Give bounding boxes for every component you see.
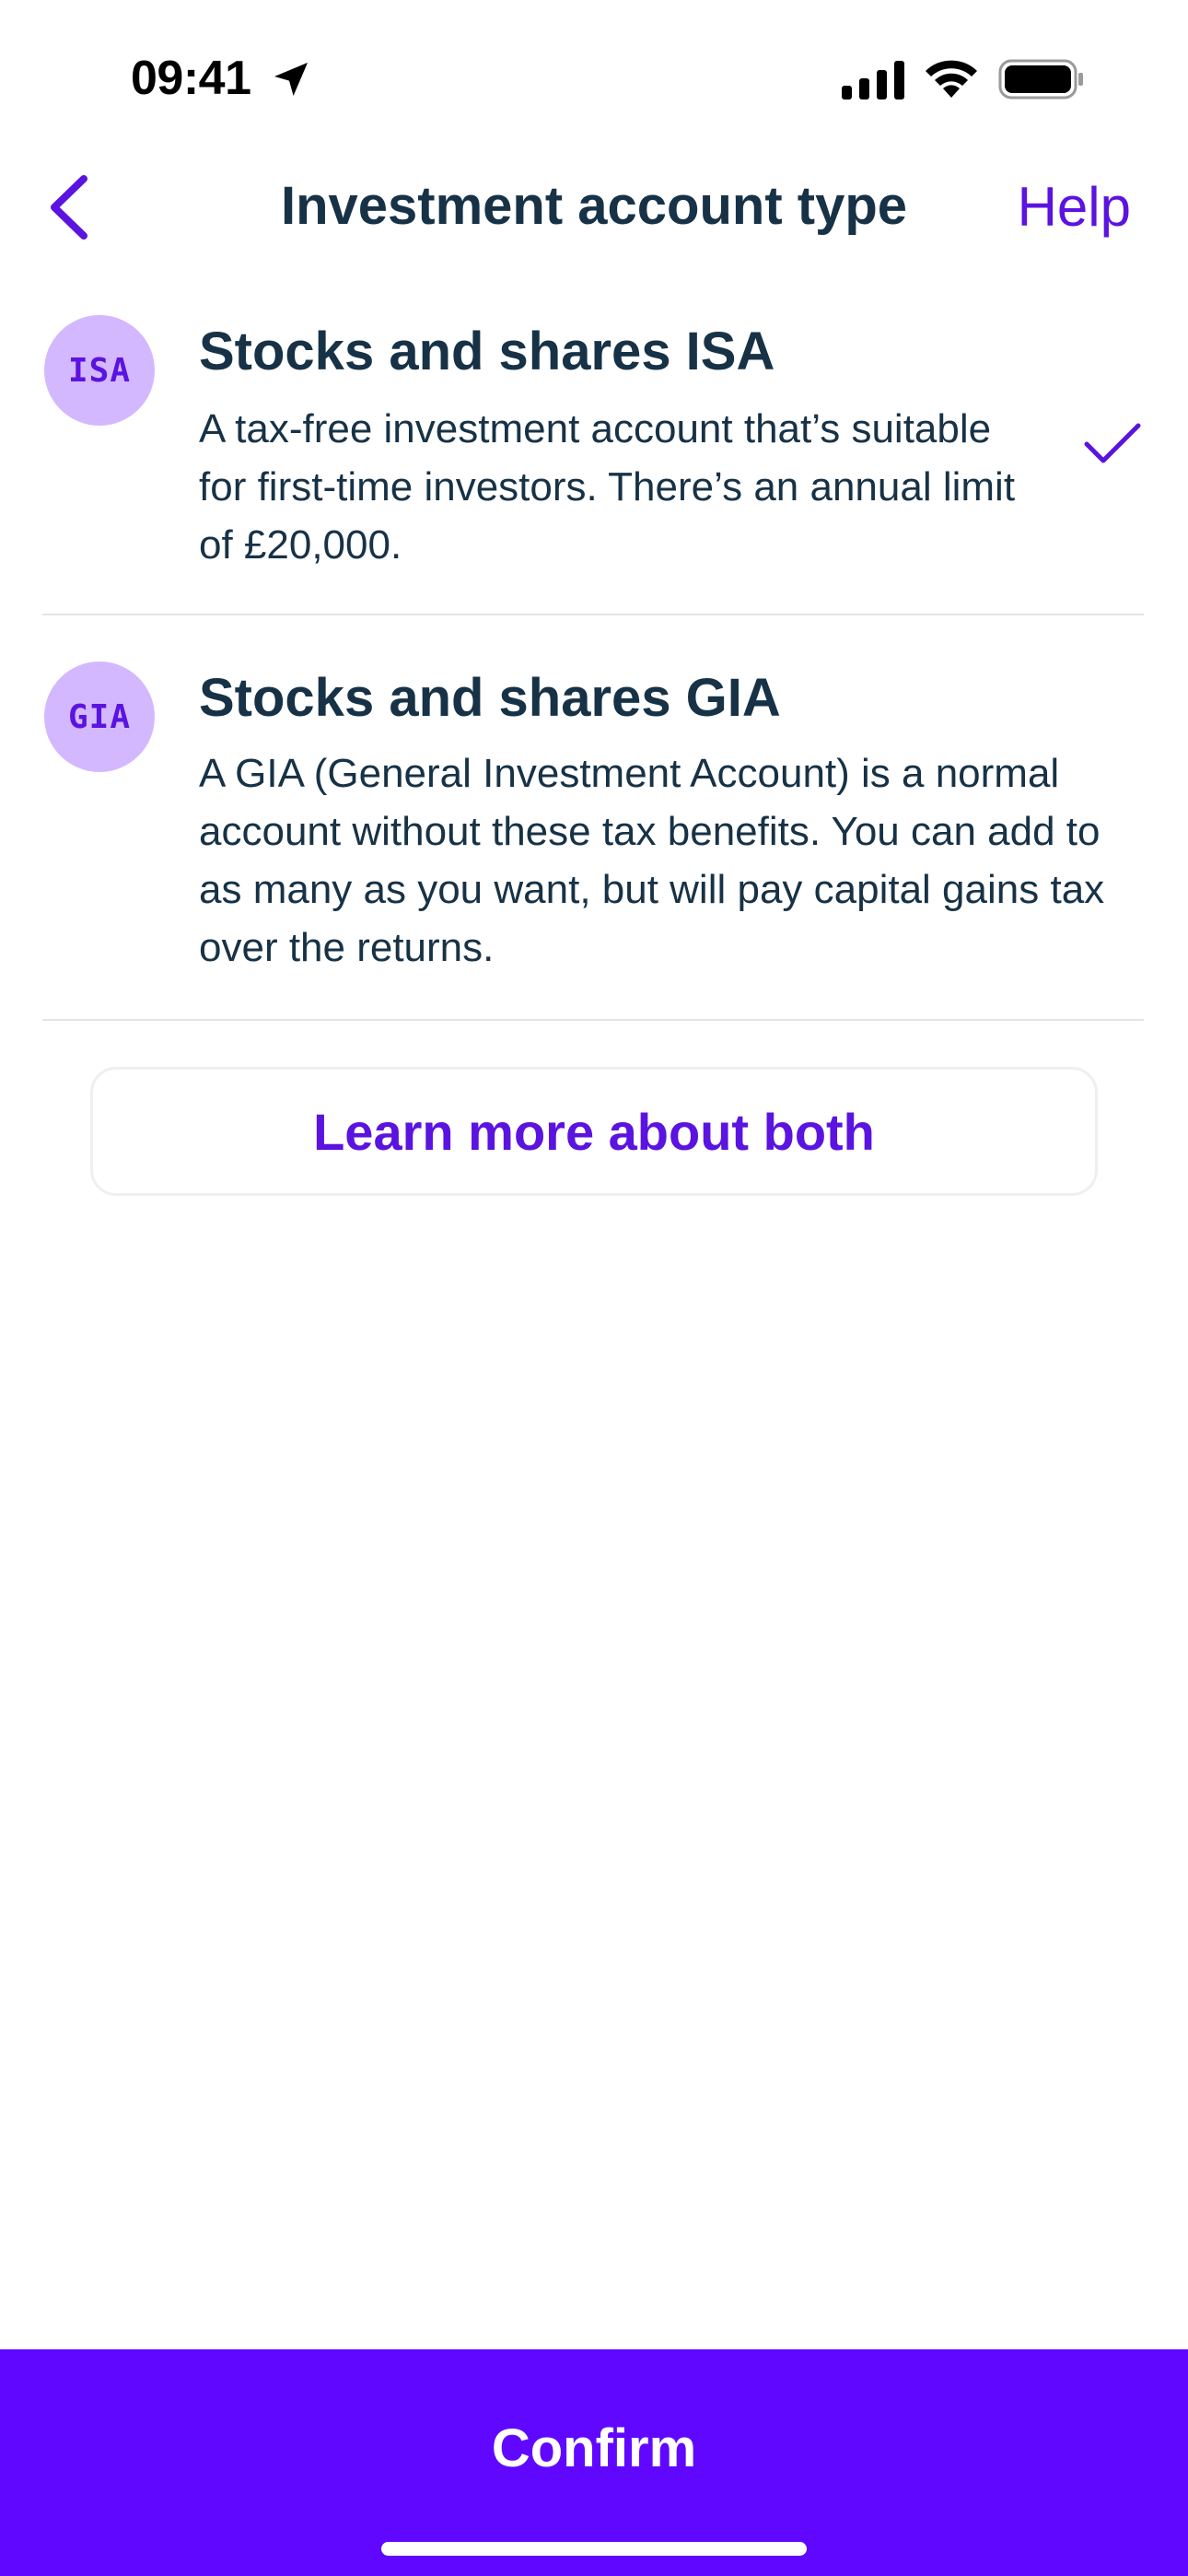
option-description: A GIA (General Investment Account) is a …	[199, 751, 1105, 970]
cellular-signal-icon	[842, 61, 904, 100]
learn-more-label: Learn more about both	[313, 1102, 875, 1161]
gia-badge-icon: GIA	[44, 662, 155, 772]
option-description: A tax-free investment account that’s sui…	[199, 406, 1016, 568]
badge-label: GIA	[67, 697, 132, 736]
confirm-button[interactable]: Confirm	[0, 2349, 1188, 2576]
page-title: Investment account type	[280, 176, 908, 236]
status-bar: 09:41	[0, 0, 1188, 157]
status-time: 09:41	[131, 52, 251, 105]
location-arrow-icon	[274, 63, 308, 96]
option-title: Stocks and shares ISA	[199, 322, 775, 381]
account-option-gia[interactable]: GIA Stocks and shares GIA A GIA (General…	[42, 615, 1144, 1021]
divider	[42, 1019, 1144, 1021]
badge-label: ISA	[67, 351, 132, 390]
checkmark-icon	[1084, 423, 1141, 463]
help-link[interactable]: Help	[1018, 175, 1131, 239]
confirm-label: Confirm	[491, 2418, 697, 2478]
battery-icon	[998, 59, 1083, 100]
investment-account-type-screen: 09:41 Investment account type Help ISA S…	[0, 0, 1188, 2576]
account-option-isa[interactable]: ISA Stocks and shares ISA A tax-free inv…	[42, 304, 1144, 615]
wifi-icon	[926, 60, 977, 98]
option-title: Stocks and shares GIA	[199, 668, 781, 728]
learn-more-button[interactable]: Learn more about both	[90, 1067, 1098, 1196]
home-indicator	[381, 2542, 807, 2556]
navigation-bar: Investment account type Help	[0, 157, 1188, 258]
isa-badge-icon: ISA	[44, 315, 155, 426]
